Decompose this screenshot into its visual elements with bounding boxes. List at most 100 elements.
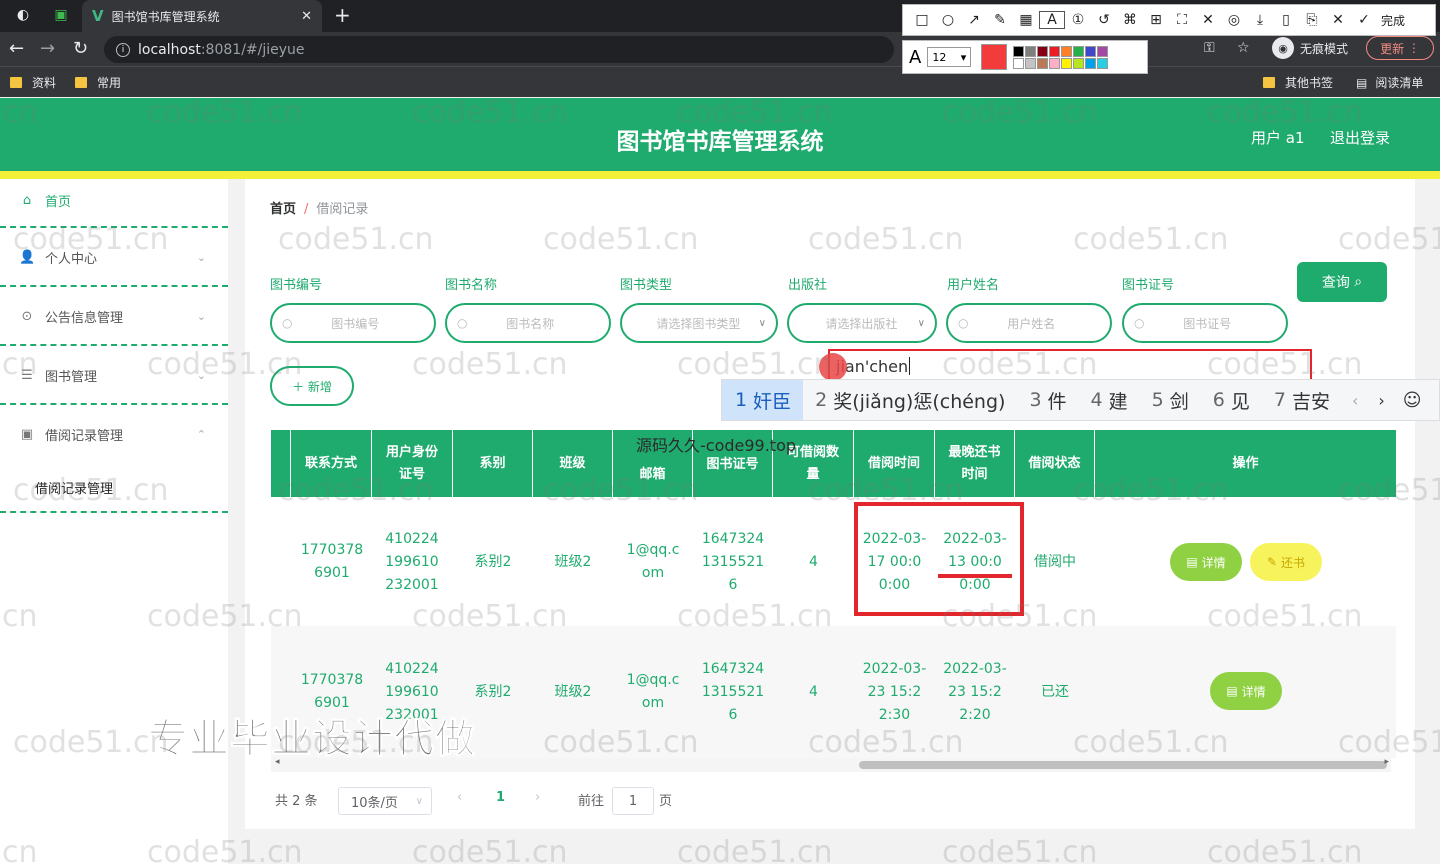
logout-link[interactable]: 退出登录 [1330, 127, 1390, 148]
palette-swatch[interactable] [1037, 45, 1049, 57]
scan-icon[interactable]: ⛶ [1169, 12, 1195, 28]
palette-swatch[interactable] [1085, 45, 1097, 57]
palette-swatch[interactable] [1013, 57, 1025, 69]
palette-swatch[interactable] [1049, 57, 1061, 69]
publisher-select[interactable]: 请选择出版社 ∨ [787, 303, 937, 343]
candidate-num: 2 [815, 389, 828, 411]
goto-page-input[interactable]: 1 [612, 787, 654, 815]
current-page-number[interactable]: 1 [496, 790, 505, 805]
palette-swatch[interactable] [1037, 57, 1049, 69]
select-placeholder: 请选择出版社 [825, 316, 898, 331]
next-page-button[interactable]: › [535, 790, 540, 805]
palette-swatch[interactable] [1073, 57, 1085, 69]
table-header: 联系方式 用户身份证号 系别 班级 邮箱 图书证号 可借阅数量 借阅时间 最晚还… [271, 430, 1396, 497]
mosaic-tool-icon[interactable]: ▦ [1013, 12, 1039, 28]
sidebar-item-home[interactable]: ⌂ 首页 [0, 190, 228, 210]
emoji-icon[interactable]: ☺ [1395, 390, 1430, 411]
prev-page-icon[interactable]: ‹ [1342, 391, 1368, 410]
scroll-right-icon[interactable]: ▸ [1384, 757, 1389, 767]
page-size-select[interactable]: 10条/页 ∨ [338, 787, 432, 815]
prev-page-button[interactable]: ‹ [457, 790, 462, 805]
bookmark-star-icon[interactable]: ☆ [1237, 40, 1250, 56]
detail-button[interactable]: ▤ 详情 [1170, 543, 1242, 581]
detail-button[interactable]: ▤ 详情 [1210, 672, 1282, 710]
new-tab-icon[interactable]: + [334, 3, 351, 27]
number-tool-icon[interactable]: ① [1065, 12, 1091, 28]
ime-candidate[interactable]: 2 奖(jiǎng)惩(chéng) [803, 380, 1017, 420]
bookmark-folder-other[interactable]: 其他书签 [1263, 74, 1333, 91]
close-tab-icon[interactable]: ✕ [301, 9, 312, 24]
browser-tab[interactable]: V 图书馆书库管理系统 ✕ [82, 0, 322, 32]
page-suffix: 页 [659, 794, 673, 809]
ime-candidate[interactable]: 6见 [1201, 380, 1262, 420]
bookmark-folder[interactable]: 资料 [10, 74, 56, 91]
rectangle-tool-icon[interactable]: □ [909, 12, 935, 28]
bookmark-folder[interactable]: 常用 [75, 74, 121, 91]
search-icon: ○ [457, 316, 468, 330]
palette-swatch[interactable] [1025, 45, 1037, 57]
back-icon[interactable]: ← [9, 38, 24, 59]
ocr-icon[interactable]: ⊞ [1143, 12, 1169, 28]
update-button[interactable]: 更新 ⋮ [1366, 36, 1434, 60]
palette-swatch[interactable] [1097, 57, 1109, 69]
ime-candidate[interactable]: 5剑 [1140, 380, 1201, 420]
arrow-tool-icon[interactable]: ↗ [961, 12, 987, 28]
palette-swatch[interactable] [1073, 45, 1085, 57]
sidebar-item-notices[interactable]: ⊙ 公告信息管理 ⌄ [0, 306, 228, 326]
next-page-icon[interactable]: › [1368, 391, 1394, 410]
user-name-input[interactable]: ○ 用户姓名 [946, 303, 1112, 343]
input-placeholder: 图书编号 [331, 316, 380, 331]
palette-swatch[interactable] [1013, 45, 1025, 57]
translate-icon[interactable]: ✕ [1195, 12, 1221, 28]
palette-swatch[interactable] [1025, 57, 1037, 69]
cancel-icon[interactable]: ✕ [1325, 12, 1351, 28]
save-icon[interactable]: ⎘ [1299, 12, 1325, 28]
incognito-indicator[interactable]: ◉ 无痕模式 [1272, 37, 1348, 59]
forward-icon[interactable]: → [40, 38, 55, 59]
undo-icon[interactable]: ↺ [1091, 12, 1117, 28]
record-icon[interactable]: ◎ [1221, 12, 1247, 28]
reading-list[interactable]: ▤ 阅读清单 [1356, 74, 1423, 91]
palette-swatch[interactable] [1097, 45, 1109, 57]
browser-menu-icon[interactable]: ◐ [12, 4, 34, 26]
breadcrumb-home[interactable]: 首页 [270, 202, 296, 217]
palette-swatch[interactable] [1061, 45, 1073, 57]
query-button[interactable]: 查询 ⌕ [1297, 262, 1387, 302]
ellipse-tool-icon[interactable]: ○ [935, 12, 961, 28]
pinned-tab-icon[interactable]: ▣ [50, 4, 72, 26]
url-field[interactable]: i localhost:8081/#/jieyue [104, 36, 894, 63]
phone-icon[interactable]: ▯ [1273, 12, 1299, 28]
color-palette[interactable] [1013, 45, 1109, 69]
return-book-button[interactable]: ✎ 还书 [1250, 543, 1322, 581]
add-button[interactable]: ＋ 新增 [270, 366, 354, 406]
ime-candidate[interactable]: 4建 [1079, 380, 1140, 420]
ime-candidate[interactable]: 1 奸臣 [722, 380, 804, 420]
book-no-input[interactable]: ○ 图书编号 [270, 303, 436, 343]
scrollbar-thumb[interactable] [859, 761, 1387, 769]
palette-swatch[interactable] [1085, 57, 1097, 69]
download-icon[interactable]: ⤓ [1247, 12, 1273, 28]
book-type-select[interactable]: 请选择图书类型 ∨ [620, 303, 778, 343]
table-header-cell: 借阅状态 [1015, 430, 1095, 497]
card-no-input[interactable]: ○ 图书证号 [1122, 303, 1288, 343]
reload-icon[interactable]: ↻ [73, 38, 88, 59]
palette-swatch[interactable] [1061, 57, 1073, 69]
palette-swatch[interactable] [1049, 45, 1061, 57]
done-label[interactable]: 完成 [1381, 12, 1405, 29]
font-size-select[interactable]: 12 ▾ [927, 47, 972, 67]
current-color-swatch[interactable] [981, 44, 1008, 70]
ime-candidate[interactable]: 7 吉安 [1262, 380, 1342, 420]
sidebar-item-profile[interactable]: 👤 个人中心 ⌄ [0, 247, 228, 267]
ime-candidate[interactable]: 3件 [1017, 380, 1078, 420]
ime-composition-box[interactable]: jian'chen [828, 349, 1312, 383]
key-icon[interactable]: ⚿ [1204, 40, 1215, 56]
pen-tool-icon[interactable]: ✎ [987, 12, 1013, 28]
pin-icon[interactable]: ⌘ [1117, 12, 1143, 28]
book-name-input[interactable]: ○ 图书名称 [445, 303, 611, 343]
text-tool-icon[interactable]: A [1039, 11, 1065, 29]
site-info-icon[interactable]: i [116, 42, 130, 57]
sidebar-subitem-borrow-records[interactable]: 借阅记录管理 [0, 477, 228, 497]
done-check-icon[interactable]: ✓ [1351, 12, 1377, 28]
sidebar-item-borrow-records[interactable]: ▣ 借阅记录管理 ⌃ [0, 424, 228, 444]
sidebar-item-books[interactable]: ☰ 图书管理 ⌄ [0, 365, 228, 385]
